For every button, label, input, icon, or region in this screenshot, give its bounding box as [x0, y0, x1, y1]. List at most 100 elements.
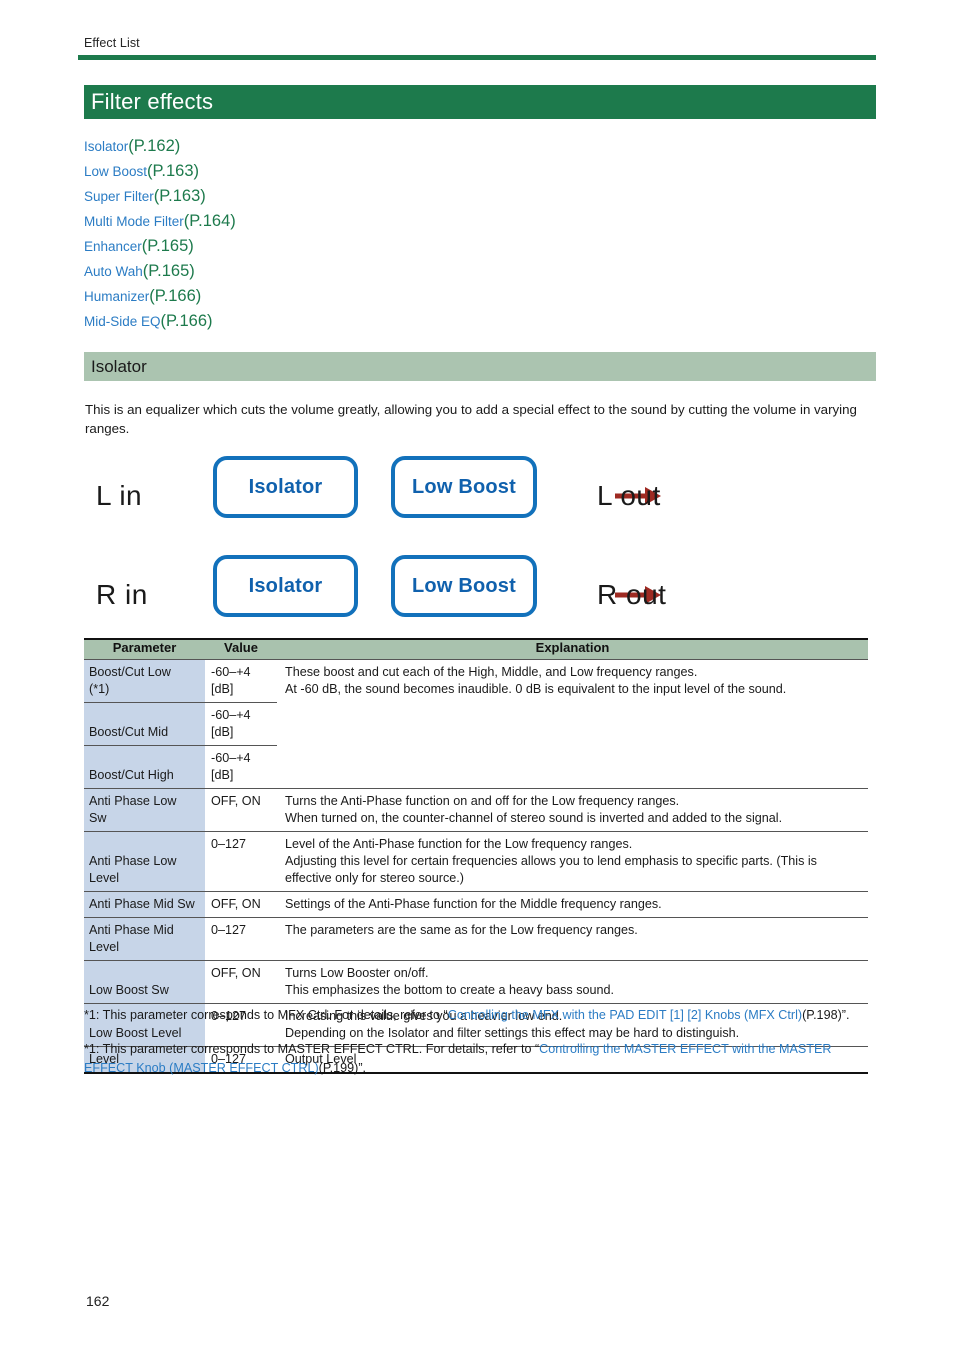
footnote-link-mfx-ctrl[interactable]: Controlling the MFX with the PAD EDIT [1… — [448, 1008, 802, 1022]
cell-parameter: Anti Phase Mid Level — [84, 917, 205, 961]
footnote-text: *1: This parameter corresponds to MASTER… — [84, 1042, 540, 1056]
value-range: OFF, ON — [211, 965, 261, 980]
value-range: 0–127 — [211, 922, 247, 937]
fx-block-label: Low Boost — [411, 475, 516, 498]
value-range: -60–+4 — [211, 664, 251, 679]
cell-parameter: Anti Phase Mid Sw — [84, 891, 205, 918]
cell-value: -60–+4 [dB] — [205, 702, 277, 746]
list-item[interactable]: Auto Wah(P.165) — [84, 259, 584, 284]
value-unit: [dB] — [211, 767, 234, 782]
input-label-left: L in — [96, 480, 143, 511]
value-unit: [dB] — [211, 681, 234, 696]
list-item[interactable]: Enhancer(P.165) — [84, 234, 584, 259]
list-item[interactable]: Isolator(P.162) — [84, 134, 584, 159]
fx-block-low-boost: Low Boost — [391, 555, 537, 617]
list-item[interactable]: Humanizer(P.166) — [84, 284, 584, 309]
explanation-line: Turns Low Booster on/off. — [285, 965, 429, 980]
link-page-super-filter[interactable]: (P.163) — [154, 187, 206, 205]
parameter-text: Level — [89, 939, 120, 954]
signal-chain-left: L in Isolator Low Boost L out — [84, 456, 704, 536]
table-row: Boost/Cut Low (*1) -60–+4 [dB] These boo… — [84, 659, 868, 789]
parameter-text: Low Boost Sw — [89, 982, 169, 997]
output-label-right: R out — [597, 579, 667, 610]
link-page-mid-side-eq[interactable]: (P.166) — [161, 312, 213, 330]
subsection-title-bar: Isolator — [84, 352, 876, 381]
table-row: Anti Phase Mid Level 0–127 The parameter… — [84, 917, 868, 961]
explanation-line: Adjusting this level for certain frequen… — [285, 853, 817, 885]
fx-block-label: Isolator — [248, 475, 323, 498]
value-range: 0–127 — [211, 836, 247, 851]
column-header-value: Value — [205, 638, 277, 660]
link-page-low-boost[interactable]: (P.163) — [147, 162, 199, 180]
link-page-humanizer[interactable]: (P.166) — [149, 287, 201, 305]
value-range: -60–+4 — [211, 707, 251, 722]
cell-value: 0–127 — [205, 917, 277, 961]
subsection-title: Isolator — [91, 356, 147, 376]
footnote-master-effect-ctrl: *1: This parameter corresponds to MASTER… — [84, 1040, 874, 1078]
explanation-line: Settings of the Anti-Phase function for … — [285, 896, 662, 911]
cell-parameter: Anti Phase Low Sw — [84, 788, 205, 832]
footnotes: *1: This parameter corresponds to MFX Ct… — [84, 1006, 874, 1093]
explanation-line: Level of the Anti-Phase function for the… — [285, 836, 633, 851]
footnote-mfx-ctrl: *1: This parameter corresponds to MFX Ct… — [84, 1006, 874, 1025]
table-header-row: Parameter Value Explanation — [84, 638, 868, 660]
parameter-text: Boost/Cut Mid — [89, 724, 169, 739]
header-rule — [78, 55, 876, 60]
output-label-left: L out — [597, 480, 661, 511]
cell-value: -60–+4 [dB] — [205, 745, 277, 789]
value-range: -60–+4 — [211, 750, 251, 765]
link-label-isolator[interactable]: Isolator — [84, 139, 128, 154]
value-unit: [dB] — [211, 724, 234, 739]
cell-value: OFF, ON — [205, 788, 277, 832]
section-title-bar: Filter effects — [84, 85, 876, 119]
link-page-multi-mode-filter[interactable]: (P.164) — [184, 212, 236, 230]
fx-block-label: Isolator — [248, 574, 323, 597]
signal-chain-right: R in Isolator Low Boost R out — [84, 555, 704, 635]
link-label-multi-mode-filter[interactable]: Multi Mode Filter — [84, 214, 184, 229]
link-label-auto-wah[interactable]: Auto Wah — [84, 264, 143, 279]
page-title: Filter effects — [91, 89, 214, 114]
value-range: OFF, ON — [211, 793, 261, 808]
explanation-line: At -60 dB, the sound becomes inaudible. … — [285, 681, 787, 696]
explanation-line: When turned on, the counter-channel of s… — [285, 810, 783, 825]
footnote-tail: (P.199)”. — [318, 1061, 367, 1075]
footnote-text: *1: This parameter corresponds to MFX Ct… — [84, 1008, 448, 1022]
parameter-text: Anti Phase Low — [89, 853, 177, 868]
cell-value: 0–127 — [205, 831, 277, 892]
column-header-parameter: Parameter — [84, 638, 205, 660]
list-item[interactable]: Mid-Side EQ(P.166) — [84, 309, 584, 334]
list-item[interactable]: Low Boost(P.163) — [84, 159, 584, 184]
parameter-text: Anti Phase Low — [89, 793, 177, 808]
table-row: Anti Phase Mid Sw OFF, ON Settings of th… — [84, 891, 868, 918]
cell-explanation: Settings of the Anti-Phase function for … — [277, 891, 868, 918]
running-head: Effect List — [84, 36, 140, 50]
cell-value: OFF, ON — [205, 891, 277, 918]
link-page-isolator[interactable]: (P.162) — [128, 137, 180, 155]
link-label-low-boost[interactable]: Low Boost — [84, 164, 147, 179]
cell-parameter: Boost/Cut Mid — [84, 702, 205, 746]
explanation-line: The parameters are the same as for the L… — [285, 922, 638, 937]
signal-flow-diagram: L in Isolator Low Boost L out R in Isola… — [84, 448, 704, 633]
link-page-auto-wah[interactable]: (P.165) — [143, 262, 195, 280]
parameter-text: Boost/Cut High — [89, 767, 174, 782]
link-label-enhancer[interactable]: Enhancer — [84, 239, 142, 254]
cell-parameter: Boost/Cut High — [84, 745, 205, 789]
list-item[interactable]: Super Filter(P.163) — [84, 184, 584, 209]
section-intro-text: This is an equalizer which cuts the volu… — [85, 402, 857, 436]
cell-value: -60–+4 [dB] — [205, 659, 277, 703]
table-row: Anti Phase Low Level 0–127 Level of the … — [84, 831, 868, 892]
parameter-text: Anti Phase Mid Sw — [89, 896, 195, 911]
link-page-enhancer[interactable]: (P.165) — [142, 237, 194, 255]
effect-link-list: Isolator(P.162) Low Boost(P.163) Super F… — [84, 134, 584, 334]
list-item[interactable]: Multi Mode Filter(P.164) — [84, 209, 584, 234]
document-page: Effect List Filter effects Isolator(P.16… — [0, 0, 954, 1350]
link-label-super-filter[interactable]: Super Filter — [84, 189, 154, 204]
parameter-text: Level — [89, 870, 120, 885]
link-label-mid-side-eq[interactable]: Mid-Side EQ — [84, 314, 161, 329]
cell-explanation: The parameters are the same as for the L… — [277, 917, 868, 961]
parameter-text: Anti Phase Mid — [89, 922, 174, 937]
cell-parameter: Anti Phase Low Level — [84, 831, 205, 892]
link-label-humanizer[interactable]: Humanizer — [84, 289, 149, 304]
fx-block-label: Low Boost — [411, 574, 516, 597]
footnote-tail: (P.198)”. — [802, 1008, 850, 1022]
